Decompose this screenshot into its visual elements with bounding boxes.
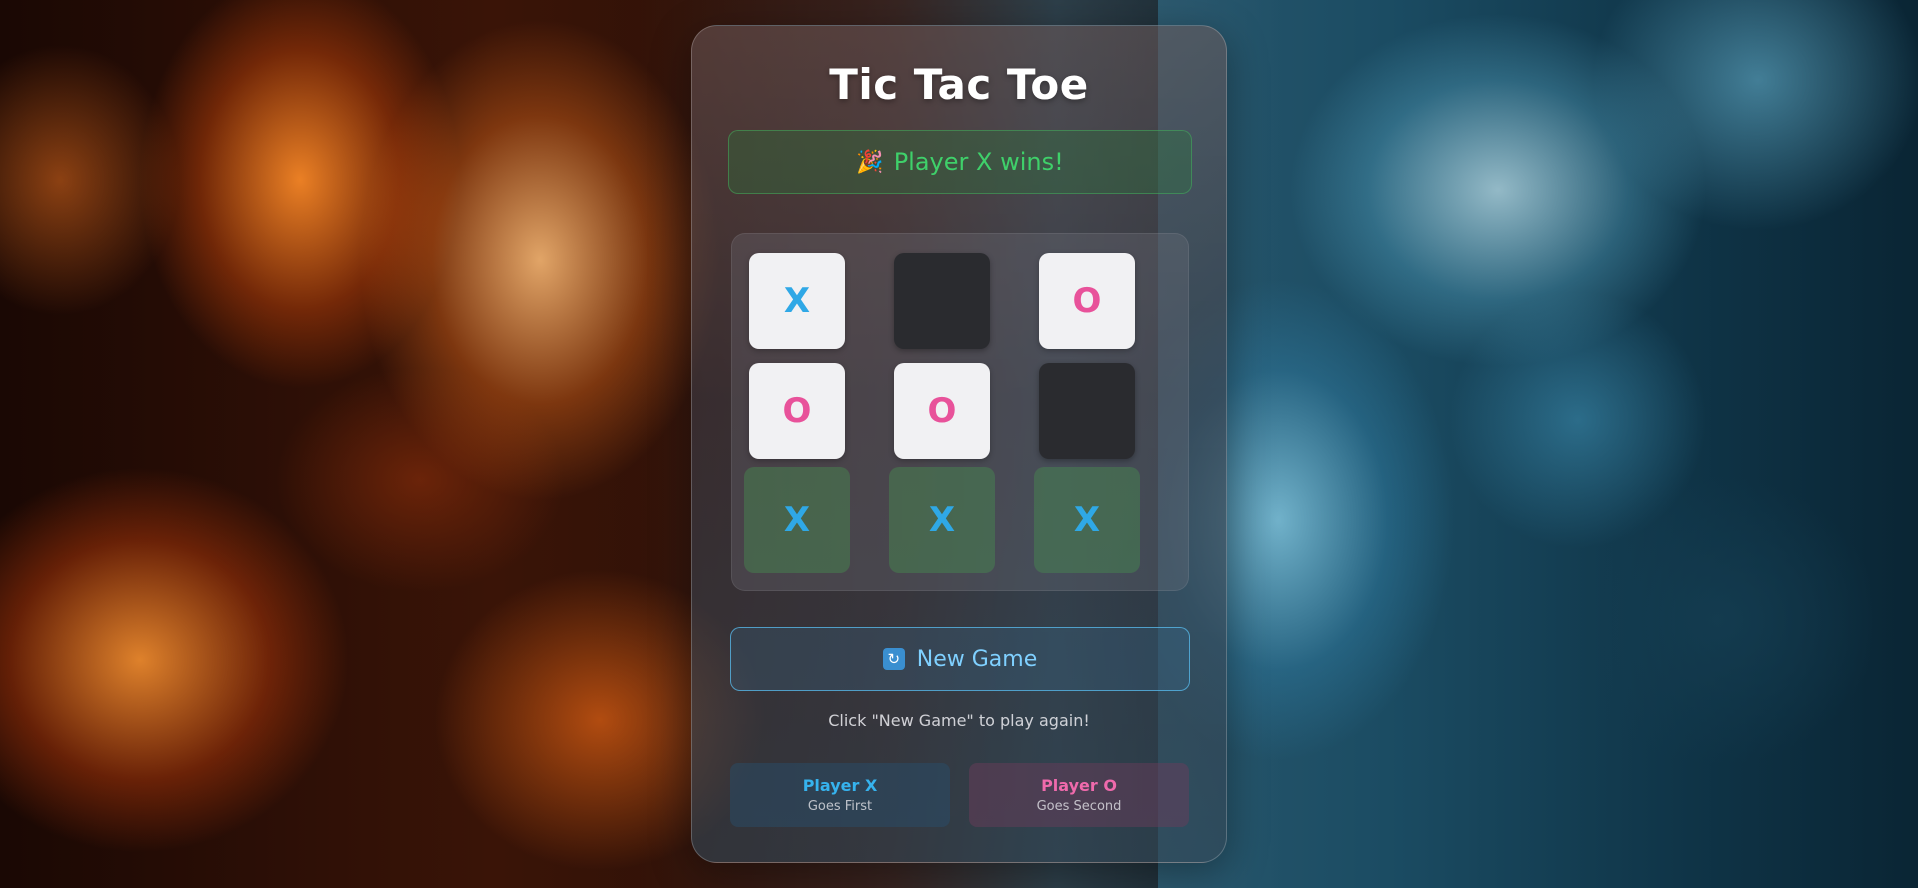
player-o-name: Player O <box>1041 776 1117 795</box>
board-cell-0-0[interactable]: X <box>749 253 845 349</box>
cell-mark: X <box>783 500 811 540</box>
cell-mark: X <box>783 281 811 321</box>
new-game-label: New Game <box>916 646 1038 672</box>
player-x-card: Player X Goes First <box>730 763 950 827</box>
cell-mark: X <box>928 500 956 540</box>
player-x-name: Player X <box>802 776 878 795</box>
cell-mark: O <box>782 391 812 431</box>
board-cell-1-1[interactable]: O <box>894 363 990 459</box>
player-o-card: Player O Goes Second <box>969 763 1189 827</box>
player-x-order: Goes First <box>807 799 873 814</box>
player-o-order: Goes Second <box>1036 799 1122 814</box>
play-again-hint: Click "New Game" to play again! <box>828 711 1090 730</box>
cell-mark: O <box>1072 281 1102 321</box>
board-cell-0-2[interactable]: O <box>1039 253 1135 349</box>
board-cell-1-0[interactable]: O <box>749 363 845 459</box>
cell-mark: O <box>927 391 957 431</box>
board-cell-0-1[interactable] <box>894 253 990 349</box>
status-banner: 🎉 Player X wins! <box>728 130 1192 194</box>
board-cell-1-2[interactable] <box>1039 363 1135 459</box>
status-text: Player X wins! <box>893 148 1064 176</box>
party-popper-icon: 🎉 <box>856 149 884 175</box>
game-board: X O O O X X X <box>731 233 1189 591</box>
board-cell-2-1[interactable]: X <box>889 467 995 573</box>
board-cell-2-2[interactable]: X <box>1034 467 1140 573</box>
game-title: Tic Tac Toe <box>829 60 1089 109</box>
board-cell-2-0[interactable]: X <box>744 467 850 573</box>
refresh-icon: ↻ <box>882 648 905 670</box>
new-game-button[interactable]: ↻ New Game <box>730 627 1190 691</box>
cell-mark: X <box>1073 500 1101 540</box>
game-card: Tic Tac Toe 🎉 Player X wins! X O O O X X… <box>691 25 1227 863</box>
